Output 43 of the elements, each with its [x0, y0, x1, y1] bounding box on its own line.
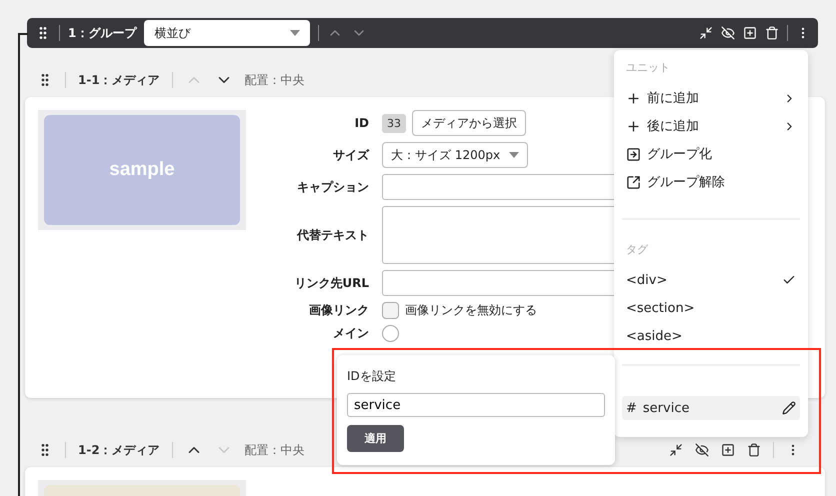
checkbox-label: 画像リンクを無効にする: [405, 302, 537, 319]
unit-title: 1-2：メディア: [78, 442, 160, 458]
plus-icon: [626, 118, 641, 134]
popover-title: IDを設定: [347, 368, 397, 385]
duplicate-icon[interactable]: [721, 443, 735, 457]
tag-item[interactable]: <aside>: [622, 322, 800, 350]
field-label: 代替テキスト: [296, 226, 369, 244]
alignment-label: 配置：中央: [244, 72, 305, 88]
plus-icon: [626, 90, 641, 106]
field-label: サイズ: [332, 146, 369, 164]
alignment-label: 配置：中央: [244, 442, 305, 458]
menu-heading: タグ: [625, 242, 650, 258]
apply-button[interactable]: 適用: [347, 425, 404, 452]
field-label: メイン: [332, 325, 369, 342]
menu-item[interactable]: グループ化: [622, 140, 800, 168]
pencil-icon: [782, 401, 796, 415]
trash-icon[interactable]: [765, 26, 779, 40]
checkbox[interactable]: [382, 302, 399, 319]
trash-icon[interactable]: [747, 443, 761, 457]
select-media-button[interactable]: メディアから選択: [412, 110, 526, 136]
field-label: ID: [354, 116, 369, 130]
menu-item[interactable]: 前に追加: [622, 84, 800, 112]
id-badge: 33: [382, 114, 406, 132]
collapse-icon[interactable]: [699, 26, 713, 40]
field-label: キャプション: [296, 178, 369, 196]
layout-select[interactable]: 横並び: [144, 20, 310, 46]
id-input[interactable]: service: [347, 393, 605, 418]
size-select[interactable]: 大：サイズ 1200px: [382, 142, 528, 168]
group-title: 1：グループ: [68, 24, 136, 42]
square-arrow-out-icon: [626, 174, 641, 190]
radio-button[interactable]: [382, 325, 399, 342]
field-label: リンク先URL: [293, 274, 369, 292]
menu-heading: ユニット: [625, 60, 671, 76]
menu-item[interactable]: グループ解除: [622, 168, 800, 196]
collapse-icon[interactable]: [669, 443, 683, 457]
tag-item[interactable]: <div>: [622, 266, 800, 294]
field-label: 画像リンク: [308, 302, 369, 319]
id-item[interactable]: # service: [622, 396, 800, 420]
unit-title: 1-1：メディア: [78, 72, 160, 88]
placeholder-text: sample: [109, 159, 175, 181]
hide-icon[interactable]: [695, 443, 709, 457]
tag-item[interactable]: <section>: [622, 294, 800, 322]
menu-item[interactable]: 後に追加: [622, 112, 800, 140]
